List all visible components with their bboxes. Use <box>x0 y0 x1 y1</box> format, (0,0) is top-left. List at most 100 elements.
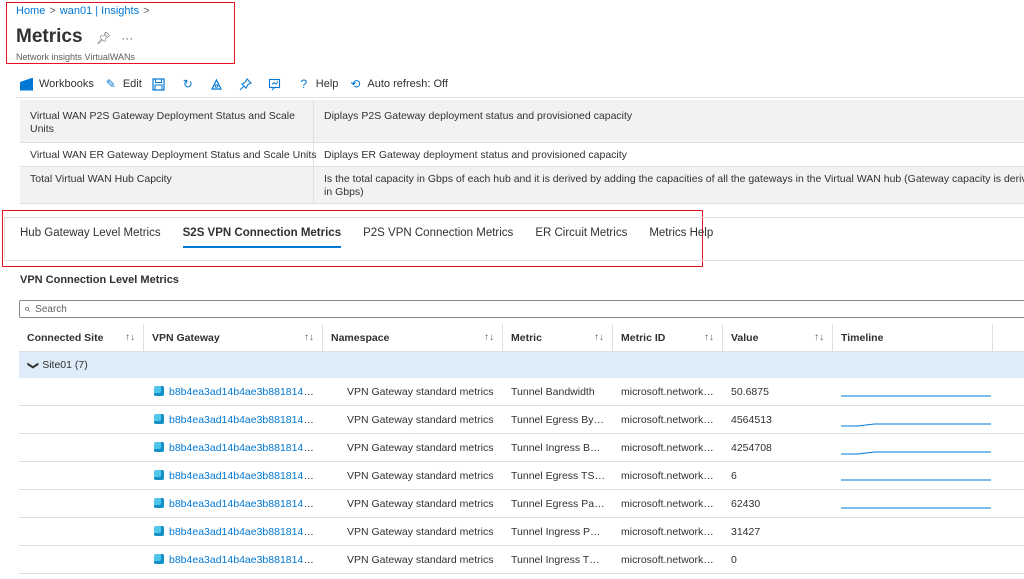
info-description-line2: in Gbps) <box>324 186 364 198</box>
timeline-sparkline <box>841 451 991 454</box>
namespace-cell: VPN Gateway standard metrics <box>347 497 494 510</box>
vpn-gateway-cell: b8b4ea3ad14b4ae3b881814b2215 <box>144 553 323 566</box>
info-description: Is the total capacity in Gbps of each hu… <box>314 167 1024 203</box>
refresh-button[interactable]: ↻ <box>181 77 200 91</box>
group-label: Site01 (7) <box>42 359 88 371</box>
metric-cell: Tunnel Ingress Packets <box>511 525 613 538</box>
table-row[interactable]: b8b4ea3ad14b4ae3b881814b2215 VPN Gateway … <box>19 406 1024 434</box>
info-description: Diplays ER Gateway deployment status and… <box>324 149 627 161</box>
vpn-gateway-link[interactable]: b8b4ea3ad14b4ae3b881814b2215 <box>169 526 323 538</box>
tab-er-circuit-metrics[interactable]: ER Circuit Metrics <box>535 227 627 248</box>
vpn-gateway-link[interactable]: b8b4ea3ad14b4ae3b881814b2215 <box>169 470 323 482</box>
timeline-cell <box>833 384 993 400</box>
chevron-down-icon[interactable]: ❯ <box>27 360 40 369</box>
tab-s2s-vpn-connection-metrics[interactable]: S2S VPN Connection Metrics <box>182 227 342 248</box>
help-label: Help <box>315 78 339 90</box>
vpn-gateway-icon <box>154 469 164 480</box>
metric-cell: Tunnel Bandwidth <box>511 385 595 398</box>
edit-label: Edit <box>122 78 142 90</box>
vpn-gateway-link[interactable]: b8b4ea3ad14b4ae3b881814b2215 <box>169 498 323 510</box>
timeline-cell <box>833 468 993 484</box>
sort-icon[interactable]: ↑↓ <box>304 332 314 343</box>
namespace-cell: VPN Gateway standard metrics <box>347 469 494 482</box>
refresh-icon: ↻ <box>182 77 193 91</box>
timeline-line <box>841 423 991 426</box>
namespace-cell: VPN Gateway standard metrics <box>347 525 494 538</box>
vpn-gateway-link[interactable]: b8b4ea3ad14b4ae3b881814b2215 <box>169 414 323 426</box>
search-input[interactable] <box>35 303 436 315</box>
save-button[interactable] <box>152 77 171 91</box>
breadcrumb-resource[interactable]: wan01 | Insights <box>60 5 139 17</box>
pin-icon[interactable]: 📌︎ <box>96 31 111 45</box>
value-cell: 4564513 <box>731 413 772 426</box>
sort-icon[interactable]: ↑↓ <box>594 332 604 343</box>
feedback-icon <box>210 77 224 91</box>
timeline-sparkline <box>841 479 991 480</box>
vpn-gateway-icon <box>154 497 164 508</box>
column-header-metric-id[interactable]: Metric ID ↑↓ <box>613 324 723 351</box>
edit-button[interactable]: ✎ Edit <box>104 77 142 91</box>
sort-icon[interactable]: ↑↓ <box>814 332 824 343</box>
workbooks-label: Workbooks <box>39 78 94 90</box>
question-icon: ? <box>300 77 308 91</box>
section-title: VPN Connection Level Metrics <box>20 274 179 286</box>
vpn-gateway-icon <box>154 385 164 396</box>
timeline-cell <box>833 496 993 512</box>
sort-icon[interactable]: ↑↓ <box>704 332 714 343</box>
namespace-cell: VPN Gateway standard metrics <box>347 441 494 454</box>
pencil-icon: ✎ <box>105 77 116 91</box>
tab-metrics-help[interactable]: Metrics Help <box>649 227 713 248</box>
column-header-vpn-gateway[interactable]: VPN Gateway ↑↓ <box>144 324 323 351</box>
column-header-namespace[interactable]: Namespace ↑↓ <box>323 324 503 351</box>
column-label: Timeline <box>841 331 884 344</box>
vpn-gateway-link[interactable]: b8b4ea3ad14b4ae3b881814b2215 <box>169 442 323 454</box>
help-button[interactable]: ? Help <box>297 77 339 91</box>
metric-cell: Tunnel Egress Packets <box>511 497 613 510</box>
sort-icon[interactable]: ↑↓ <box>484 332 494 343</box>
chevron-right-icon: > <box>49 5 56 17</box>
chevron-right-icon: > <box>143 5 150 17</box>
tab-p2s-vpn-connection-metrics[interactable]: P2S VPN Connection Metrics <box>363 227 513 248</box>
metric-cell: Tunnel Egress Bytes <box>511 413 608 426</box>
column-header-connected-site[interactable]: Connected Site ↑↓ <box>19 324 144 351</box>
info-row: Virtual WAN P2S Gateway Deployment Statu… <box>20 100 1024 143</box>
vpn-gateway-link[interactable]: b8b4ea3ad14b4ae3b881814b2215 <box>169 386 323 398</box>
table-row[interactable]: b8b4ea3ad14b4ae3b881814b2215 VPN Gateway … <box>19 378 1024 406</box>
table-row[interactable]: b8b4ea3ad14b4ae3b881814b2215 VPN Gateway … <box>19 546 1024 574</box>
column-header-metric[interactable]: Metric ↑↓ <box>503 324 613 351</box>
tab-hub-gateway-metrics[interactable]: Hub Gateway Level Metrics <box>20 227 161 248</box>
vpn-gateway-cell: b8b4ea3ad14b4ae3b881814b2215 <box>144 441 323 454</box>
table-row[interactable]: b8b4ea3ad14b4ae3b881814b2215 VPN Gateway … <box>19 434 1024 462</box>
column-label: Metric <box>511 331 542 344</box>
column-label: Namespace <box>331 331 390 344</box>
workbooks-button[interactable]: Workbooks <box>20 77 94 91</box>
namespace-cell: VPN Gateway standard metrics <box>347 413 494 426</box>
feedback-button[interactable] <box>210 77 229 91</box>
table-row[interactable]: b8b4ea3ad14b4ae3b881814b2215 VPN Gateway … <box>19 518 1024 546</box>
vpn-gateway-cell: b8b4ea3ad14b4ae3b881814b2215 <box>144 469 323 482</box>
table-row[interactable]: b8b4ea3ad14b4ae3b881814b2215 VPN Gateway … <box>19 462 1024 490</box>
vpn-gateway-link[interactable]: b8b4ea3ad14b4ae3b881814b2215 <box>169 554 323 566</box>
grid-header: Connected Site ↑↓ VPN Gateway ↑↓ Namespace… <box>19 324 1024 352</box>
grid-body: b8b4ea3ad14b4ae3b881814b2215 VPN Gateway … <box>19 378 1024 574</box>
column-header-value[interactable]: Value ↑↓ <box>723 324 833 351</box>
vpn-gateway-cell: b8b4ea3ad14b4ae3b881814b2215 <box>144 497 323 510</box>
value-cell: 0 <box>731 553 737 566</box>
table-row[interactable]: b8b4ea3ad14b4ae3b881814b2215 VPN Gateway … <box>19 490 1024 518</box>
share-button[interactable] <box>268 77 287 91</box>
metric-id-cell: microsoft.network/v... <box>621 525 720 538</box>
auto-refresh-button[interactable]: ⟲ Auto refresh: Off <box>348 77 448 91</box>
column-header-timeline[interactable]: Timeline <box>833 324 993 351</box>
pin-button[interactable] <box>239 77 258 91</box>
sort-icon[interactable]: ↑↓ <box>125 332 135 343</box>
value-cell: 4254708 <box>731 441 772 454</box>
metric-id-cell: microsoft.network/v... <box>621 553 720 566</box>
value-cell: 31427 <box>731 525 761 538</box>
breadcrumb-home[interactable]: Home <box>16 5 45 17</box>
metric-cell: Tunnel Ingress Bytes <box>511 441 610 454</box>
more-options-icon[interactable]: ··· <box>121 31 133 45</box>
search-box: ⌕ <box>19 300 1024 318</box>
group-row-site01[interactable]: ❯ Site01 (7) <box>19 352 1024 378</box>
history-icon: ⟲ <box>350 77 361 91</box>
metric-id-cell: microsoft.network/v... <box>621 441 720 454</box>
